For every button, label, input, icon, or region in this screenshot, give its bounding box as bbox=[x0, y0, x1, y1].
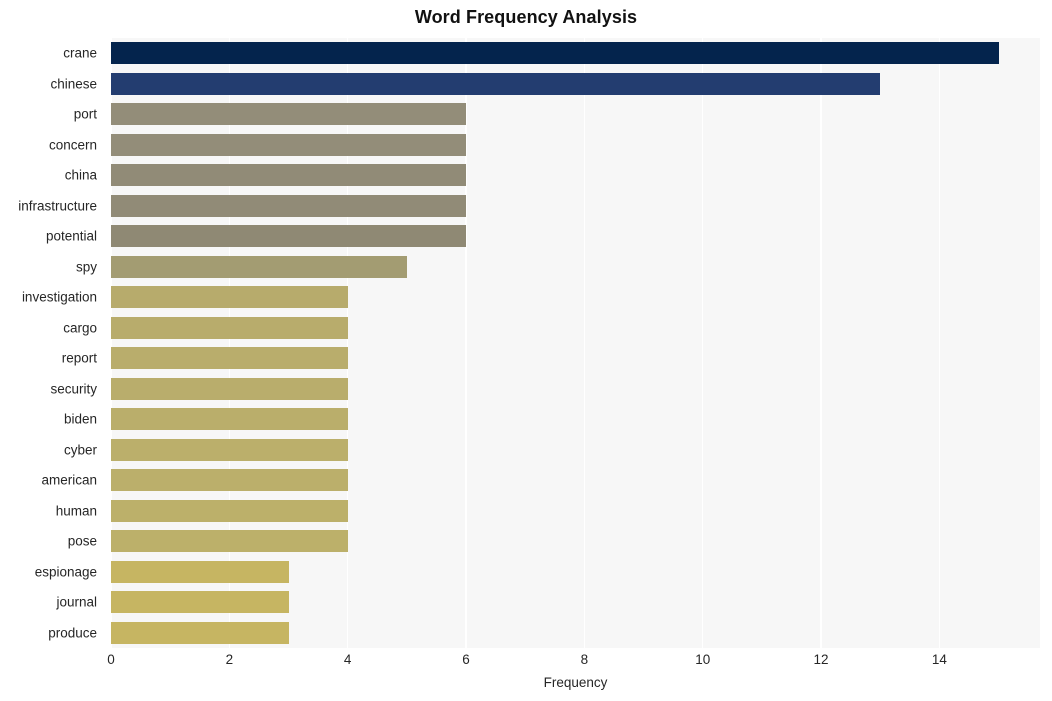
y-tick-label: report bbox=[61, 350, 97, 366]
x-gridline bbox=[111, 38, 112, 648]
bar[interactable] bbox=[111, 72, 881, 95]
bar[interactable] bbox=[111, 530, 348, 553]
y-tick-label: security bbox=[50, 381, 97, 397]
y-tick-label: biden bbox=[63, 411, 97, 427]
bar[interactable] bbox=[111, 560, 289, 583]
x-tick-label: 2 bbox=[225, 652, 234, 667]
chart-title: Word Frequency Analysis bbox=[414, 7, 638, 27]
x-axis-tick-labels: 0 2 4 6 8 10 12 14 bbox=[107, 652, 1040, 672]
bar[interactable] bbox=[111, 42, 999, 65]
y-tick-label: chinese bbox=[50, 76, 97, 92]
bar[interactable] bbox=[111, 316, 348, 339]
x-tick-label: 14 bbox=[931, 652, 947, 667]
x-gridline bbox=[820, 38, 822, 648]
y-tick-label: journal bbox=[56, 594, 97, 610]
word-frequency-chart: Word Frequency Analysis crane chinese port… bbox=[0, 0, 1052, 701]
bar[interactable] bbox=[111, 438, 348, 461]
y-tick-label: pose bbox=[67, 533, 97, 549]
x-gridline bbox=[938, 38, 941, 648]
y-tick-label: american bbox=[41, 472, 97, 488]
bar[interactable] bbox=[111, 164, 467, 187]
x-tick-label: 10 bbox=[695, 652, 711, 667]
bar[interactable] bbox=[111, 225, 467, 248]
x-gridline bbox=[465, 38, 467, 648]
x-tick-label: 8 bbox=[580, 652, 589, 667]
bar[interactable] bbox=[111, 103, 467, 126]
y-tick-label: cyber bbox=[63, 442, 97, 458]
x-tick-label: 0 bbox=[107, 652, 115, 667]
y-tick-label: cargo bbox=[63, 320, 97, 336]
bar[interactable] bbox=[111, 194, 467, 217]
y-tick-label: investigation bbox=[21, 289, 97, 305]
y-tick-label: concern bbox=[48, 137, 97, 153]
y-tick-label: port bbox=[73, 106, 97, 122]
x-tick-label: 12 bbox=[813, 652, 829, 667]
x-axis-title: Frequency bbox=[543, 675, 608, 690]
y-axis-tick-labels: crane chinese port concern china infrastructu… bbox=[0, 38, 104, 648]
y-tick-label: china bbox=[64, 167, 97, 183]
x-tick-label: 4 bbox=[343, 652, 352, 667]
y-tick-label: crane bbox=[63, 45, 97, 61]
bar[interactable] bbox=[111, 499, 348, 522]
bar[interactable] bbox=[111, 621, 289, 644]
y-tick-label: espionage bbox=[34, 564, 97, 580]
x-gridline bbox=[346, 38, 349, 648]
y-tick-label: infrastructure bbox=[18, 198, 97, 214]
bar[interactable] bbox=[111, 255, 407, 278]
bar[interactable] bbox=[111, 133, 467, 156]
bar[interactable] bbox=[111, 286, 348, 309]
bar[interactable] bbox=[111, 377, 348, 400]
bar[interactable] bbox=[111, 408, 348, 431]
y-tick-label: potential bbox=[45, 228, 97, 244]
x-gridline bbox=[702, 38, 704, 648]
x-tick-label: 6 bbox=[462, 652, 470, 667]
y-tick-label: produce bbox=[48, 625, 97, 641]
x-gridline bbox=[583, 38, 586, 648]
y-tick-label: spy bbox=[75, 259, 97, 275]
bar[interactable] bbox=[111, 591, 289, 614]
x-gridline bbox=[228, 38, 231, 648]
y-tick-label: human bbox=[55, 503, 97, 519]
bar[interactable] bbox=[111, 469, 348, 492]
bar[interactable] bbox=[111, 347, 348, 370]
plot-area bbox=[111, 38, 1040, 648]
